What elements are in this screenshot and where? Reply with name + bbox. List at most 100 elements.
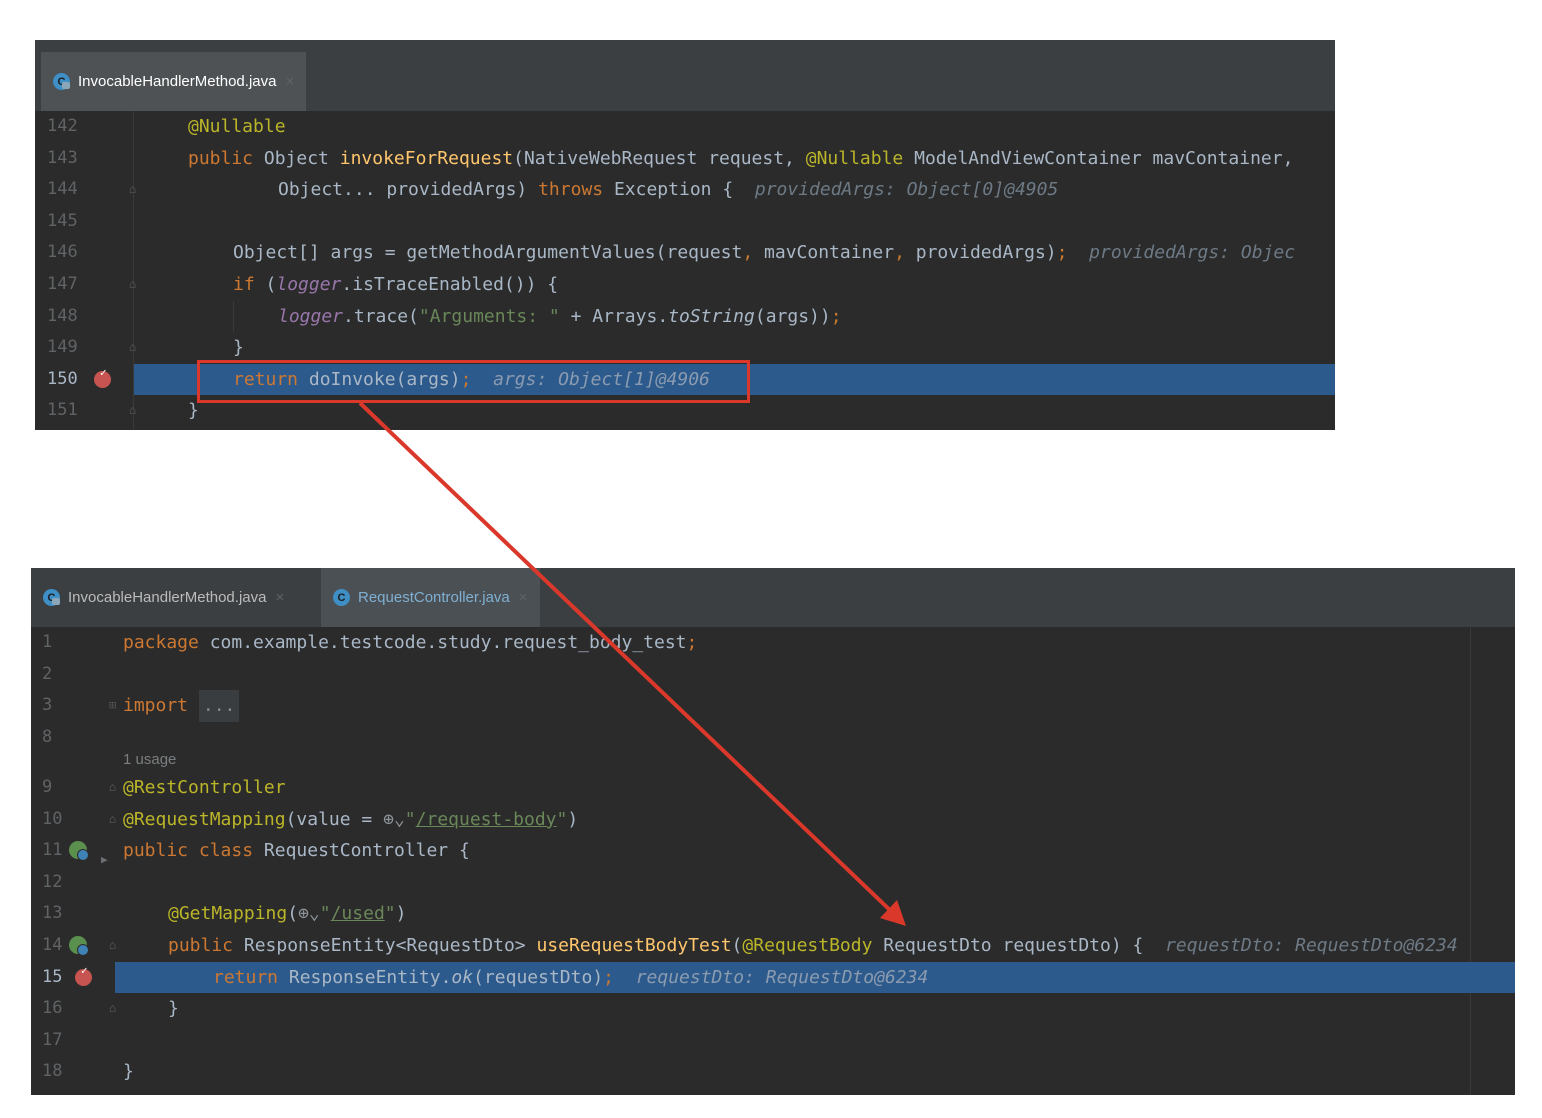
line-number: 9 [42,777,53,797]
code-line: 17 [31,1025,1515,1057]
code-line: 143 public Object invokeForRequest(Nativ… [35,143,1335,175]
annotation: @RequestMapping [123,808,286,830]
tab-invocable-handler-method[interactable]: C InvocableHandlerMethod.java × [41,52,307,111]
static-field: logger [278,305,344,327]
code-token: RequestDto requestDto) { [872,935,1144,956]
fold-end-icon[interactable]: ⌂ [129,403,136,417]
bottom-editor-panel: C InvocableHandlerMethod.java × C Reques… [31,568,1515,1095]
annotation: @Nullable [805,147,904,169]
line-number: 15 [42,966,63,987]
endpoint-url-link[interactable]: /request-body [416,809,557,830]
annotation: @GetMapping [168,903,288,925]
code-token: ( [731,935,743,956]
line-number: 148 [47,305,78,326]
code-token: .isTraceEnabled()) { [341,274,559,295]
line-number: 10 [42,808,63,829]
class-icon: C [333,589,350,606]
endpoint-url-link[interactable]: /used [331,903,385,924]
code-line: 9 ⌂ @RestController [31,772,1515,804]
fold-icon[interactable]: ⌂ [109,780,116,794]
string-quote: " [404,808,416,830]
code-text: Object[] args = getMethodArgumentValues(… [233,237,1295,269]
code-line: 13 @GetMapping(⊕⌄"/used") [31,898,1515,930]
tab-request-controller[interactable]: C RequestController.java × [321,568,540,627]
keyword: throws [538,179,604,201]
code-line: 18 } [31,1056,1515,1088]
code-token: (args)) [754,305,831,327]
fold-end-icon[interactable]: ⌂ [109,812,116,826]
fold-icon[interactable]: ⌂ [109,938,116,952]
run-arrow-icon[interactable]: ▶ [101,853,108,866]
fold-end-icon[interactable]: ⌂ [109,1001,116,1015]
code-text: package com.example.testcode.study.reque… [123,627,697,659]
line-number: 1 [42,632,53,652]
line-number: 145 [47,210,78,231]
code-line: 148 logger.trace("Arguments: " + Arrays.… [35,300,1335,333]
breakpoint-icon[interactable] [94,366,111,388]
class-icon: C [53,73,70,90]
annotation: @RequestBody [742,935,873,956]
string-quote: " [319,903,331,925]
method-name: useRequestBodyTest [536,935,732,956]
line-number: 150 [47,368,78,389]
close-icon[interactable]: × [285,73,294,90]
code-token: (NativeWebRequest request, [513,147,806,169]
keyword: return [213,966,279,988]
line-number: 18 [42,1061,63,1082]
code-token: Object[] args = getMethodArgumentValues(… [233,242,743,264]
folded-imports[interactable]: ... [198,690,240,722]
code-token: ResponseEntity. [278,966,452,988]
usage-hint[interactable]: 1 usage [123,751,176,768]
code-token: ) [567,808,579,830]
code-token: Object... providedArgs) [278,179,539,201]
fold-expand-icon[interactable]: ⊞ [109,698,116,712]
code-line: 10 ⌂ @RequestMapping(value = ⊕⌄"/request… [31,804,1515,836]
code-token: RequestController { [253,840,470,862]
close-icon[interactable]: × [275,589,284,606]
annotation: @RestController [123,777,286,798]
line-number: 147 [47,274,78,294]
code-token: .trace( [343,305,419,327]
debug-inline-value: providedArgs: Objec [1089,242,1296,264]
code-line-current: 15 return ResponseEntity.ok(requestDto);… [31,961,1515,994]
globe-icon[interactable]: ⊕⌄ [383,809,405,830]
debug-inline-value: providedArgs: Object[0]@4905 [754,179,1059,201]
fold-end-icon[interactable]: ⌂ [129,340,136,354]
code-text: logger.trace("Arguments: " + Arrays.toSt… [278,301,842,333]
static-method: ok [451,966,474,988]
code-text: public class RequestController { [123,835,470,867]
code-text: Object... providedArgs) throws Exception… [278,174,1058,206]
code-token: (value = [285,808,384,830]
code-text: public ResponseEntity<RequestDto> useReq… [168,930,1458,962]
usage-hint-row: 1 usage [31,748,1515,774]
keyword: class [188,840,254,862]
line-number: 16 [42,998,63,1019]
keyword: if [233,274,255,295]
line-number: 14 [42,935,63,955]
spring-bean-icon[interactable] [69,841,89,862]
debug-inline-value: requestDto: RequestDto@6234 [1165,935,1458,956]
breakpoint-icon[interactable] [75,964,92,986]
line-number: 12 [42,871,63,892]
fold-icon[interactable]: ⌂ [129,277,136,291]
annotation-highlight-box [197,360,750,403]
code-text: @Nullable [188,111,286,143]
spring-bean-icon[interactable] [69,936,89,956]
code-text: @RequestMapping(value = ⊕⌄"/request-body… [123,804,578,836]
globe-icon[interactable]: ⊕⌄ [298,903,320,924]
fold-icon[interactable]: ⌂ [129,182,136,196]
code-token: Object [253,147,340,169]
line-number: 146 [47,242,78,263]
code-line: 3 ⊞ import ... [31,690,1515,722]
punctuation: ; [830,305,842,327]
code-line: 1 package com.example.testcode.study.req… [31,627,1515,659]
static-method: toString [668,305,755,327]
tab-invocable-handler-method[interactable]: C InvocableHandlerMethod.java × [43,568,284,627]
code-line: 12 [31,867,1515,899]
indent-guide [233,300,234,332]
top-editor-tab-bar: C InvocableHandlerMethod.java × [35,40,1335,111]
close-icon[interactable]: × [519,589,528,606]
line-number: 13 [42,903,63,924]
keyword: public [168,935,234,956]
line-number: 2 [42,663,53,684]
